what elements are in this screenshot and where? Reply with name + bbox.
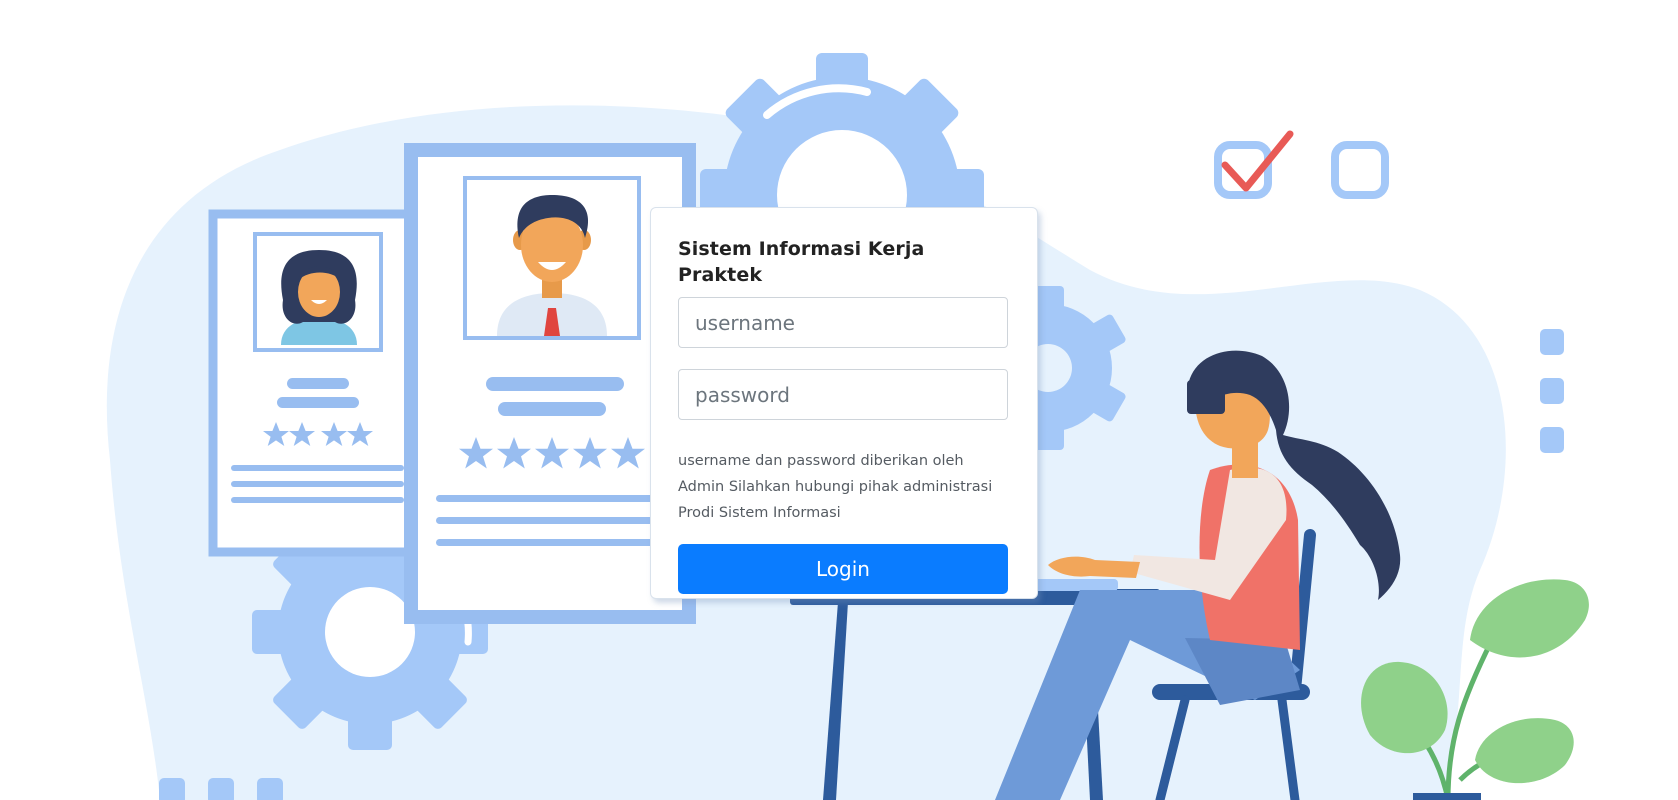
profile-card-right (404, 143, 696, 624)
login-title: Sistem Informasi Kerja Praktek (678, 238, 925, 286)
decorative-dots-right (1540, 329, 1564, 453)
login-button[interactable]: Login (678, 544, 1008, 594)
plant-leaf-right (1475, 718, 1574, 784)
login-card: Sistem Informasi Kerja Praktek username … (650, 207, 1038, 599)
decorative-dots-bottom (159, 778, 283, 800)
profile-card-left (208, 209, 418, 557)
avatar-woman-icon (281, 250, 357, 345)
username-input[interactable] (678, 297, 1008, 348)
login-help-text: username dan password diberikan oleh Adm… (678, 453, 993, 521)
checkbox-checked-icon (1214, 130, 1294, 199)
plant-leaf-top (1470, 579, 1589, 658)
login-page: Sistem Informasi Kerja Praktek username … (0, 0, 1678, 800)
checkbox-empty-icon (1331, 141, 1389, 199)
password-input[interactable] (678, 369, 1008, 420)
